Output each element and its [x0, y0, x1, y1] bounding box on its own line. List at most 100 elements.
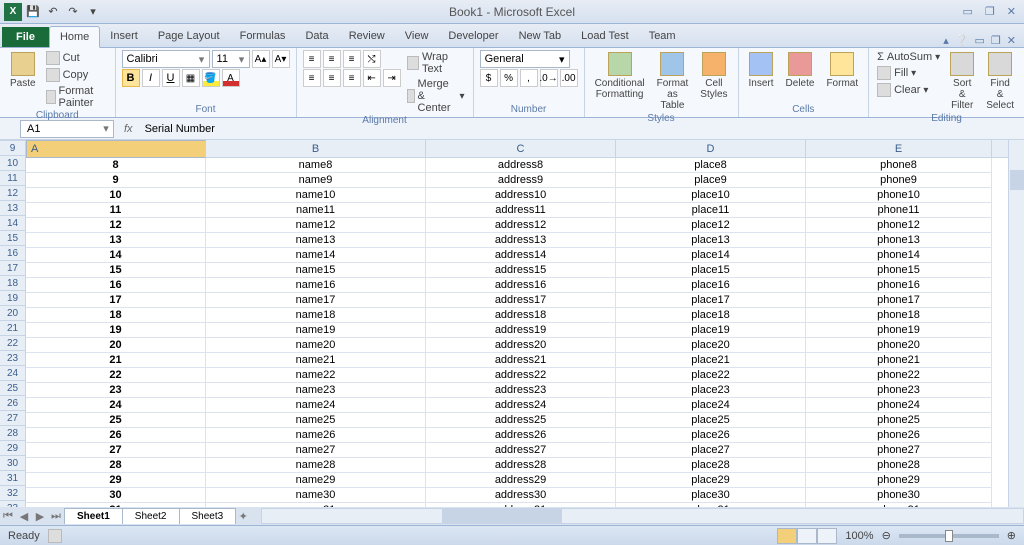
cell[interactable]: phone9 — [806, 173, 992, 188]
doc-min-icon[interactable]: ▭ — [975, 34, 985, 47]
cell[interactable]: name24 — [206, 398, 426, 413]
cell[interactable]: address20 — [426, 338, 616, 353]
cell[interactable]: address26 — [426, 428, 616, 443]
cell[interactable]: address30 — [426, 488, 616, 503]
cell[interactable]: address13 — [426, 233, 616, 248]
row-header[interactable]: 27 — [0, 411, 25, 426]
cell[interactable]: place19 — [616, 323, 806, 338]
cell[interactable]: phone28 — [806, 458, 992, 473]
cell[interactable]: 8 — [26, 158, 206, 173]
cell[interactable]: 17 — [26, 293, 206, 308]
cell[interactable]: address9 — [426, 173, 616, 188]
qat-customize-icon[interactable]: ▾ — [84, 3, 102, 21]
cell[interactable]: name11 — [206, 203, 426, 218]
comma-button[interactable]: , — [520, 69, 538, 87]
cell[interactable]: place9 — [616, 173, 806, 188]
macro-record-icon[interactable] — [48, 529, 62, 543]
increase-decimal-button[interactable]: .0→ — [540, 69, 558, 87]
cell[interactable]: place17 — [616, 293, 806, 308]
cell[interactable]: 26 — [26, 428, 206, 443]
tab-view[interactable]: View — [395, 26, 439, 47]
vertical-scrollbar[interactable] — [1008, 140, 1024, 507]
cell[interactable]: name26 — [206, 428, 426, 443]
cell[interactable]: phone15 — [806, 263, 992, 278]
cell[interactable]: name15 — [206, 263, 426, 278]
cell[interactable]: address29 — [426, 473, 616, 488]
scroll-thumb[interactable] — [442, 509, 562, 523]
wrap-text-button[interactable]: Wrap Text — [405, 50, 467, 76]
column-header-B[interactable]: B — [206, 140, 426, 157]
doc-close-icon[interactable]: ✕ — [1007, 34, 1016, 47]
fx-icon[interactable]: fx — [116, 123, 141, 135]
merge-center-button[interactable]: Merge & Center ▾ — [405, 77, 467, 115]
row-header[interactable]: 15 — [0, 231, 25, 246]
cell[interactable]: name29 — [206, 473, 426, 488]
tab-page-layout[interactable]: Page Layout — [148, 26, 230, 47]
cell[interactable]: place14 — [616, 248, 806, 263]
zoom-out-button[interactable]: ⊖ — [882, 529, 891, 542]
cell[interactable]: 21 — [26, 353, 206, 368]
cell[interactable]: phone14 — [806, 248, 992, 263]
cell[interactable]: place15 — [616, 263, 806, 278]
cell[interactable]: place25 — [616, 413, 806, 428]
shrink-font-button[interactable]: A▾ — [272, 50, 290, 68]
cell[interactable]: 11 — [26, 203, 206, 218]
row-header[interactable]: 31 — [0, 471, 25, 486]
cell[interactable]: phone24 — [806, 398, 992, 413]
row-header[interactable]: 18 — [0, 276, 25, 291]
cell[interactable]: name30 — [206, 488, 426, 503]
sheet-tab-sheet2[interactable]: Sheet2 — [122, 508, 180, 524]
cell-styles-button[interactable]: Cell Styles — [696, 50, 731, 102]
cell[interactable]: place12 — [616, 218, 806, 233]
cell[interactable]: address15 — [426, 263, 616, 278]
excel-icon[interactable]: X — [4, 3, 22, 21]
cell[interactable]: phone12 — [806, 218, 992, 233]
cell[interactable]: phone22 — [806, 368, 992, 383]
cell[interactable]: address16 — [426, 278, 616, 293]
cell[interactable]: phone30 — [806, 488, 992, 503]
row-header[interactable]: 22 — [0, 336, 25, 351]
currency-button[interactable]: $ — [480, 69, 498, 87]
tab-review[interactable]: Review — [339, 26, 395, 47]
row-header[interactable]: 25 — [0, 381, 25, 396]
delete-cells-button[interactable]: Delete — [782, 50, 819, 91]
cell[interactable]: address12 — [426, 218, 616, 233]
conditional-formatting-button[interactable]: Conditional Formatting — [591, 50, 649, 102]
cell[interactable]: name25 — [206, 413, 426, 428]
cell[interactable]: place24 — [616, 398, 806, 413]
tab-load-test[interactable]: Load Test — [571, 26, 639, 47]
cell[interactable]: phone21 — [806, 353, 992, 368]
percent-button[interactable]: % — [500, 69, 518, 87]
cell[interactable]: place23 — [616, 383, 806, 398]
cell[interactable]: address17 — [426, 293, 616, 308]
chevron-down-icon[interactable]: ▾ — [235, 53, 249, 66]
column-header-D[interactable]: D — [616, 140, 806, 157]
help-icon[interactable]: ❔ — [955, 34, 969, 47]
sheet-nav-prev-icon[interactable]: ◀ — [16, 510, 32, 523]
cell[interactable]: address25 — [426, 413, 616, 428]
page-layout-view-button[interactable] — [797, 528, 817, 544]
cell[interactable]: 27 — [26, 443, 206, 458]
cell[interactable]: phone17 — [806, 293, 992, 308]
cell[interactable]: name19 — [206, 323, 426, 338]
italic-button[interactable]: I — [142, 69, 160, 87]
cell[interactable]: place20 — [616, 338, 806, 353]
undo-icon[interactable]: ↶ — [44, 3, 62, 21]
cell[interactable]: 18 — [26, 308, 206, 323]
copy-button[interactable]: Copy — [44, 67, 109, 83]
row-header[interactable]: 24 — [0, 366, 25, 381]
cell[interactable]: phone19 — [806, 323, 992, 338]
cell[interactable]: place22 — [616, 368, 806, 383]
row-header[interactable]: 23 — [0, 351, 25, 366]
doc-restore-icon[interactable]: ❐ — [991, 34, 1001, 47]
redo-icon[interactable]: ↷ — [64, 3, 82, 21]
cell[interactable]: name10 — [206, 188, 426, 203]
zoom-in-button[interactable]: ⊕ — [1007, 529, 1016, 542]
cell[interactable]: place29 — [616, 473, 806, 488]
cell[interactable]: 24 — [26, 398, 206, 413]
clear-button[interactable]: Clear ▾ — [875, 82, 942, 98]
cell[interactable]: address19 — [426, 323, 616, 338]
close-icon[interactable]: ✕ — [1007, 5, 1016, 18]
cell[interactable]: phone25 — [806, 413, 992, 428]
format-as-table-button[interactable]: Format as Table — [653, 50, 693, 113]
